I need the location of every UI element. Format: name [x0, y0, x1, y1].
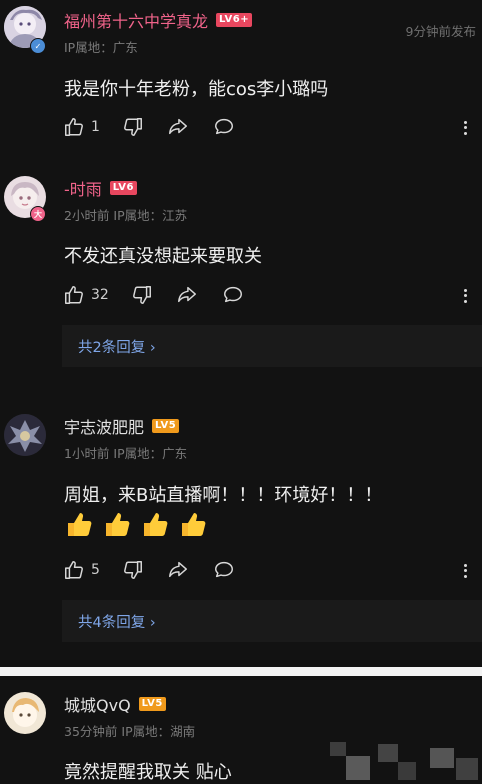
like-button[interactable]: 1	[63, 116, 100, 138]
thumb-up-icon	[65, 561, 83, 579]
like-count: 1	[91, 119, 100, 135]
more-vertical-icon[interactable]	[464, 118, 468, 137]
verified-badge-icon: ✓	[30, 38, 46, 54]
share-icon	[168, 561, 187, 578]
comment-icon	[214, 561, 233, 578]
thumbs-up-emoji-icon	[182, 513, 206, 536]
level-badge: LV6	[109, 181, 137, 195]
username[interactable]: 城城QvQ	[64, 692, 131, 716]
level-badge: LV6+	[216, 13, 253, 27]
view-replies-button[interactable]: 共2条回复 ›	[62, 325, 482, 367]
thumb-up-icon	[65, 118, 83, 136]
level-badge: LV5	[152, 419, 180, 433]
comment-meta: 2小时前 IP属地：江苏	[64, 208, 188, 223]
divider	[0, 667, 482, 676]
thumb-down-icon	[123, 118, 142, 136]
thumbs-up-emoji-icon	[106, 513, 130, 536]
replies-count-label: 共4条回复 ›	[78, 614, 156, 631]
emoji-row	[64, 509, 208, 539]
more-vertical-icon[interactable]	[464, 286, 468, 305]
view-replies-button[interactable]: 共4条回复 ›	[62, 600, 482, 642]
thumbs-up-emoji-icon	[144, 513, 168, 536]
more-vertical-icon[interactable]	[464, 561, 468, 580]
comment-text: 周姐，来B站直播啊！！！环境好！！！	[64, 485, 383, 506]
username[interactable]: -时雨	[64, 176, 102, 200]
thumb-down-icon	[132, 286, 151, 304]
level-badge: LV5	[138, 697, 166, 711]
comment-meta: IP属地：广东	[64, 40, 138, 55]
share-button[interactable]	[166, 116, 190, 138]
thumbs-up-emoji-icon	[68, 513, 92, 536]
share-button[interactable]	[166, 559, 190, 581]
share-icon	[168, 118, 187, 135]
avatar[interactable]	[4, 414, 46, 456]
comment-meta: 1小时前 IP属地：广东	[64, 446, 188, 461]
comment-text: 我是你十年老粉，能cos李小璐吗	[64, 79, 329, 100]
vip-badge-icon: 大	[30, 206, 46, 222]
comment-text: 竟然提醒我取关 贴心	[64, 762, 232, 783]
reply-button[interactable]	[212, 116, 236, 138]
dislike-button[interactable]	[131, 284, 153, 306]
avatar[interactable]	[4, 692, 46, 734]
like-count: 5	[91, 562, 100, 578]
comment-text: 不发还真没想起来要取关	[64, 246, 262, 267]
comment-icon	[214, 118, 233, 135]
thumb-down-icon	[123, 561, 142, 579]
comment-icon	[223, 286, 242, 303]
comment-meta: 35分钟前 IP属地：湖南	[64, 724, 196, 739]
replies-count-label: 共2条回复 ›	[78, 339, 156, 356]
share-icon	[177, 286, 196, 303]
username[interactable]: 福州第十六中学真龙	[64, 8, 208, 32]
share-button[interactable]	[175, 284, 199, 306]
reply-button[interactable]	[221, 284, 245, 306]
avatar-image	[4, 414, 46, 456]
username[interactable]: 宇志波肥肥	[64, 414, 144, 438]
like-button[interactable]: 5	[63, 559, 100, 581]
dislike-button[interactable]	[122, 559, 144, 581]
thumb-up-icon	[65, 286, 83, 304]
like-count: 32	[91, 287, 109, 303]
avatar-image	[4, 692, 46, 734]
publish-time: 9分钟前发布	[405, 24, 476, 39]
like-button[interactable]: 32	[63, 284, 109, 306]
reply-button[interactable]	[212, 559, 236, 581]
dislike-button[interactable]	[122, 116, 144, 138]
